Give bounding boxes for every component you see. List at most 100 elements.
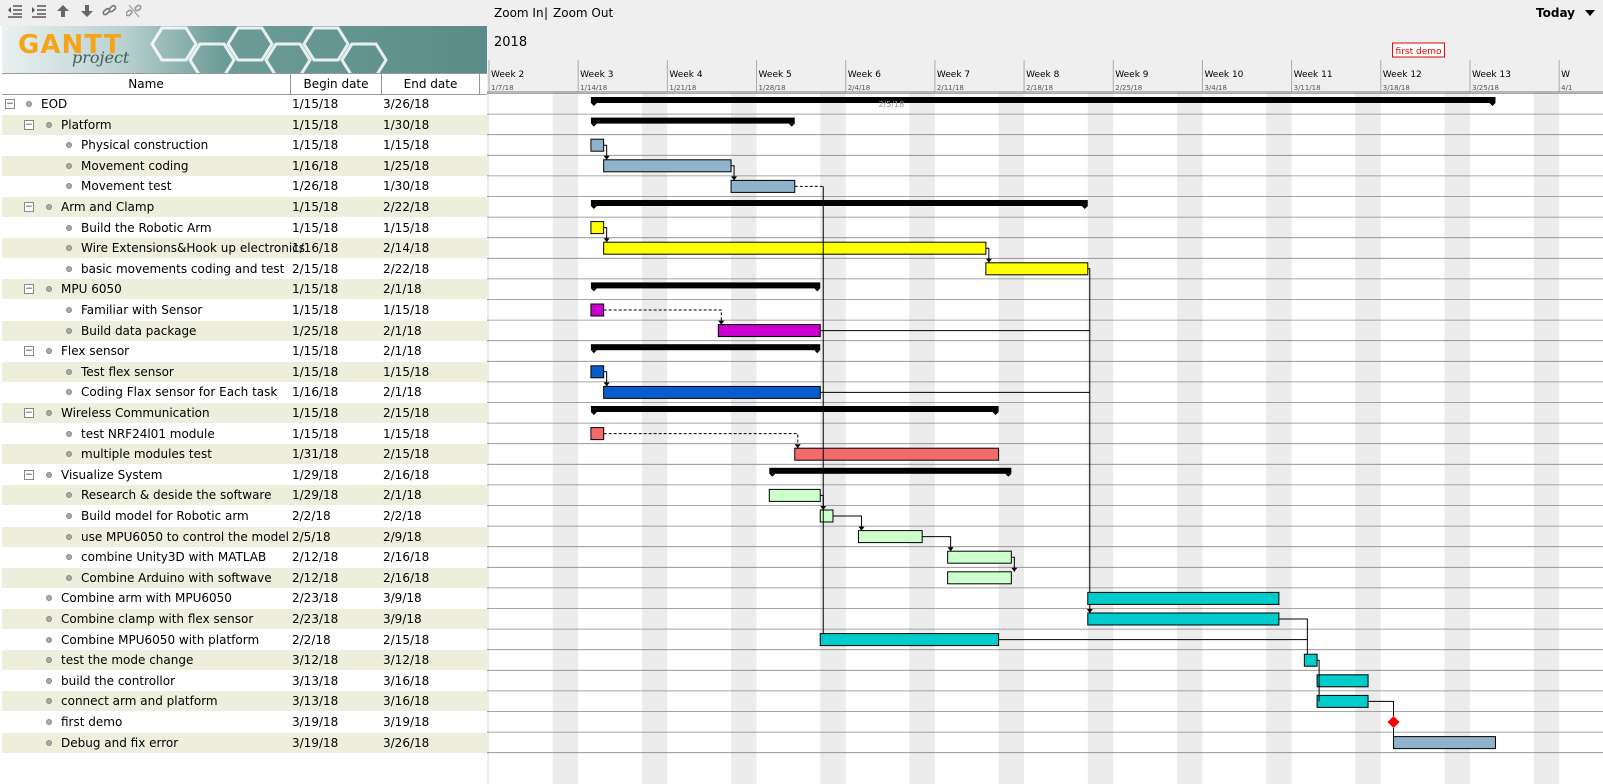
task-row[interactable]: − Wireless Communication 1/15/18 2/15/18 bbox=[2, 403, 490, 423]
task-row[interactable]: multiple modules test 1/31/18 2/15/18 bbox=[2, 444, 490, 465]
task-begin-date[interactable]: 1/15/18 bbox=[292, 135, 338, 155]
task-row[interactable]: − Flex sensor 1/15/18 2/1/18 bbox=[2, 341, 490, 361]
task-bar[interactable] bbox=[590, 303, 605, 317]
task-row[interactable]: Movement coding 1/16/18 1/25/18 bbox=[2, 155, 490, 176]
task-name[interactable]: MPU 6050 bbox=[61, 279, 122, 299]
task-name[interactable]: Test flex sensor bbox=[81, 362, 174, 382]
task-row[interactable]: Debug and fix error 3/19/18 3/26/18 bbox=[2, 732, 490, 753]
task-end-date[interactable]: 2/15/18 bbox=[383, 444, 429, 464]
move-up-icon[interactable] bbox=[54, 4, 72, 22]
task-name[interactable]: Wireless Communication bbox=[61, 403, 210, 423]
task-bar[interactable] bbox=[857, 530, 923, 544]
task-name[interactable]: Movement coding bbox=[81, 156, 189, 176]
task-begin-date[interactable]: 1/16/18 bbox=[292, 156, 338, 176]
task-name[interactable]: Debug and fix error bbox=[61, 733, 178, 753]
task-end-date[interactable]: 3/26/18 bbox=[383, 733, 429, 753]
task-name[interactable]: build the controllor bbox=[61, 671, 175, 691]
task-end-date[interactable]: 2/14/18 bbox=[383, 238, 429, 258]
task-row[interactable]: use MPU6050 to control the model 2/5/18 2/… bbox=[2, 526, 490, 547]
task-row[interactable]: Combine arm with MPU6050 2/23/18 3/9/18 bbox=[2, 588, 490, 608]
task-bar[interactable] bbox=[1087, 612, 1280, 626]
task-end-date[interactable]: 3/19/18 bbox=[383, 712, 429, 732]
task-end-date[interactable]: 1/30/18 bbox=[383, 176, 429, 196]
task-name[interactable]: Combine arm with MPU6050 bbox=[61, 588, 232, 608]
task-name[interactable]: Arm and Clamp bbox=[61, 197, 154, 217]
task-end-date[interactable]: 1/15/18 bbox=[383, 135, 429, 155]
task-row[interactable]: − Arm and Clamp 1/15/18 2/22/18 bbox=[2, 197, 490, 217]
task-begin-date[interactable]: 3/12/18 bbox=[292, 650, 338, 670]
task-end-date[interactable]: 1/25/18 bbox=[383, 156, 429, 176]
task-row[interactable]: − Visualize System 1/29/18 2/16/18 bbox=[2, 465, 490, 485]
unindent-icon[interactable] bbox=[6, 4, 24, 22]
task-row[interactable]: Combine clamp with flex sensor 2/23/18 3/9… bbox=[2, 609, 490, 629]
task-row[interactable]: Combine MPU6050 with platform 2/2/18 2/15/… bbox=[2, 630, 490, 650]
task-begin-date[interactable]: 1/15/18 bbox=[292, 424, 338, 444]
task-end-date[interactable]: 1/15/18 bbox=[383, 300, 429, 320]
task-name[interactable]: Coding Flax sensor for Each task bbox=[81, 382, 277, 402]
task-begin-date[interactable]: 2/23/18 bbox=[292, 588, 338, 608]
column-header-name[interactable]: Name bbox=[2, 74, 291, 94]
task-bar[interactable] bbox=[1316, 674, 1369, 688]
task-bar[interactable] bbox=[947, 550, 1012, 564]
task-begin-date[interactable]: 1/15/18 bbox=[292, 94, 338, 114]
task-row[interactable]: − Platform 1/15/18 1/30/18 bbox=[2, 114, 490, 135]
task-name[interactable]: Build data package bbox=[81, 321, 196, 341]
task-begin-date[interactable]: 3/19/18 bbox=[292, 712, 338, 732]
task-row[interactable]: Wire Extensions&Hook up electronics 1/16/… bbox=[2, 238, 490, 259]
collapse-toggle-icon[interactable]: − bbox=[24, 119, 34, 130]
task-begin-date[interactable]: 1/29/18 bbox=[292, 465, 338, 485]
task-bar[interactable] bbox=[985, 262, 1089, 276]
task-row[interactable]: Combine Arduino with softwave 2/12/18 2/16… bbox=[2, 567, 490, 588]
task-begin-date[interactable]: 1/15/18 bbox=[292, 341, 338, 361]
task-name[interactable]: use MPU6050 to control the model bbox=[81, 527, 289, 547]
task-end-date[interactable]: 1/30/18 bbox=[383, 115, 429, 135]
task-row[interactable]: Familiar with Sensor 1/15/18 1/15/18 bbox=[2, 300, 490, 320]
task-name[interactable]: Build the Robotic Arm bbox=[81, 218, 212, 238]
task-row[interactable]: connect arm and platform 3/13/18 3/16/18 bbox=[2, 691, 490, 712]
task-name[interactable]: Research & deside the software bbox=[81, 485, 271, 505]
task-end-date[interactable]: 3/26/18 bbox=[383, 94, 429, 114]
task-row[interactable]: Build data package 1/25/18 2/1/18 bbox=[2, 320, 490, 341]
task-name[interactable]: Combine Arduino with softwave bbox=[81, 568, 272, 588]
task-bar[interactable] bbox=[768, 488, 821, 502]
task-name[interactable]: Wire Extensions&Hook up electronics bbox=[81, 238, 305, 258]
task-end-date[interactable]: 3/16/18 bbox=[383, 691, 429, 711]
task-end-date[interactable]: 3/12/18 bbox=[383, 650, 429, 670]
summary-bar[interactable] bbox=[590, 97, 1496, 103]
task-begin-date[interactable]: 2/5/18 bbox=[292, 527, 331, 547]
task-name[interactable]: Build model for Robotic arm bbox=[81, 506, 249, 526]
task-row[interactable]: Build model for Robotic arm 2/2/18 2/2/18 bbox=[2, 506, 490, 526]
task-name[interactable]: Combine clamp with flex sensor bbox=[61, 609, 253, 629]
task-end-date[interactable]: 2/1/18 bbox=[383, 341, 422, 361]
task-bar[interactable] bbox=[1303, 653, 1318, 667]
task-begin-date[interactable]: 2/12/18 bbox=[292, 547, 338, 567]
column-header-begin[interactable]: Begin date bbox=[291, 74, 382, 94]
task-bar[interactable] bbox=[590, 365, 605, 379]
task-row[interactable]: test NRF24l01 module 1/15/18 1/15/18 bbox=[2, 424, 490, 444]
collapse-toggle-icon[interactable]: − bbox=[5, 99, 15, 109]
task-end-date[interactable]: 2/16/18 bbox=[383, 568, 429, 588]
task-bar[interactable] bbox=[590, 138, 605, 152]
task-row[interactable]: first demo 3/19/18 3/19/18 bbox=[2, 712, 490, 732]
task-name[interactable]: EOD bbox=[41, 94, 67, 114]
task-begin-date[interactable]: 3/19/18 bbox=[292, 733, 338, 753]
task-end-date[interactable]: 1/15/18 bbox=[383, 362, 429, 382]
task-begin-date[interactable]: 2/23/18 bbox=[292, 609, 338, 629]
task-name[interactable]: Flex sensor bbox=[61, 341, 129, 361]
task-row[interactable]: Physical construction 1/15/18 1/15/18 bbox=[2, 135, 490, 155]
task-name[interactable]: Physical construction bbox=[81, 135, 208, 155]
collapse-toggle-icon[interactable]: − bbox=[24, 346, 34, 357]
summary-bar[interactable] bbox=[590, 117, 795, 124]
task-bar[interactable] bbox=[730, 179, 796, 193]
task-name[interactable]: Familiar with Sensor bbox=[81, 300, 202, 320]
task-begin-date[interactable]: 2/2/18 bbox=[292, 506, 331, 526]
task-end-date[interactable]: 2/16/18 bbox=[383, 547, 429, 567]
task-bar[interactable] bbox=[947, 571, 1012, 585]
task-begin-date[interactable]: 2/15/18 bbox=[292, 259, 338, 279]
task-begin-date[interactable]: 1/15/18 bbox=[292, 197, 338, 217]
task-bar[interactable] bbox=[717, 324, 821, 338]
task-row[interactable]: Movement test 1/26/18 1/30/18 bbox=[2, 176, 490, 196]
task-row[interactable]: Build the Robotic Arm 1/15/18 1/15/18 bbox=[2, 218, 490, 238]
task-name[interactable]: multiple modules test bbox=[81, 444, 212, 464]
task-begin-date[interactable]: 2/2/18 bbox=[292, 630, 331, 650]
